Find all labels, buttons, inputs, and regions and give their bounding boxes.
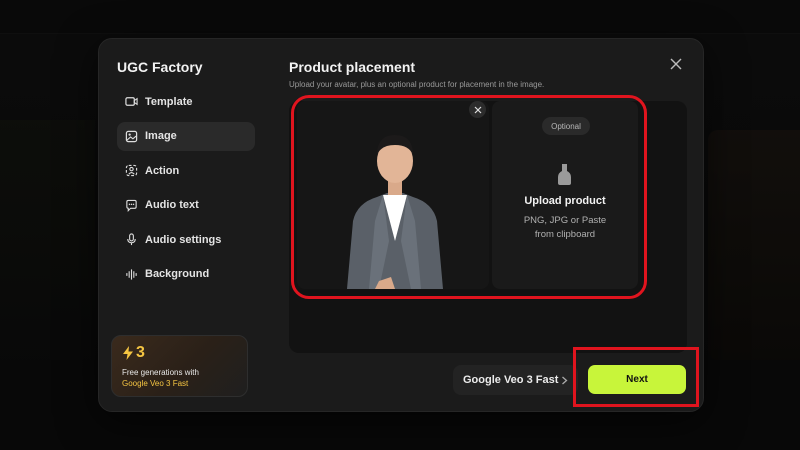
video-icon [125,97,138,106]
sidebar-item-audio-text[interactable]: Audio text [117,191,255,220]
sidebar-item-template[interactable]: Template [117,87,255,116]
highlight-box-next [573,347,699,407]
free-generations-promo[interactable]: 3 Free generations with Google Veo 3 Fas… [111,335,248,397]
image-icon [125,130,138,142]
main-panel: Product placement Upload your avatar, pl… [289,39,699,411]
sidebar-item-label: Action [145,164,180,177]
sidebar-item-label: Audio settings [145,233,222,246]
sidebar-item-action[interactable]: Action [117,156,255,185]
close-icon[interactable] [669,57,683,71]
lightning-icon [123,346,133,360]
app-title: UGC Factory [117,59,203,75]
sidebar-item-audio-settings[interactable]: Audio settings [117,225,255,254]
chevron-right-icon [562,376,568,385]
sidebar-item-image[interactable]: Image [117,121,255,151]
highlight-box-media [291,95,647,299]
sidebar-item-label: Background [145,268,210,280]
ugc-factory-modal: UGC Factory Template Image Action Audio … [98,38,704,412]
sidebar-item-label: Template [145,95,193,108]
promo-model: Google Veo 3 Fast [122,379,189,388]
sidebar: UGC Factory Template Image Action Audio … [99,39,269,411]
promo-text: Free generations with [122,368,199,377]
microphone-icon [127,233,136,246]
speech-bubble-icon [126,199,137,212]
page-title: Product placement [289,59,416,75]
model-label: Google Veo 3 Fast [463,374,559,386]
upload-area: Optional Upload product PNG, JPG or Past… [289,95,687,353]
sound-wave-icon [126,268,137,280]
sidebar-item-label: Image [145,130,177,142]
sidebar-item-background[interactable]: Background [117,260,255,289]
sidebar-nav: Template Image Action Audio text Audio s… [117,87,255,294]
page-subtitle: Upload your avatar, plus an optional pro… [289,80,545,89]
person-action-icon [125,164,138,177]
promo-count-value: 3 [136,344,145,361]
promo-count: 3 [122,344,237,362]
sidebar-item-label: Audio text [145,199,199,211]
model-selector[interactable]: Google Veo 3 Fast [453,365,578,395]
